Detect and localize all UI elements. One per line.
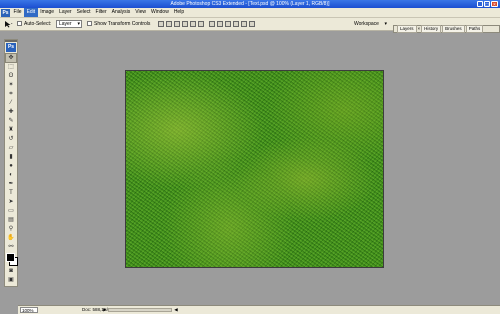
distribute-vcenter-icon[interactable] bbox=[217, 21, 223, 27]
menu-image[interactable]: Image bbox=[38, 8, 57, 17]
magic-wand-tool-icon[interactable]: ✶ bbox=[6, 81, 16, 89]
maximize-button[interactable]: □ bbox=[484, 1, 490, 8]
dodge-tool-icon[interactable]: ◐ bbox=[6, 171, 16, 179]
menu-analysis[interactable]: Analysis bbox=[109, 8, 133, 17]
align-right-icon[interactable] bbox=[198, 21, 204, 27]
menu-window[interactable]: Window bbox=[149, 8, 172, 17]
window-title: Adobe Photoshop CS3 Extended - [Text.psd… bbox=[170, 1, 330, 7]
marquee-tool-icon[interactable]: ⬚ bbox=[6, 63, 16, 71]
screen-mode-icon[interactable]: ▣ bbox=[6, 276, 16, 284]
notes-tool-icon[interactable]: ▤ bbox=[6, 216, 16, 224]
menu-help[interactable]: Help bbox=[171, 8, 186, 17]
palette-well: Layers × History Brushes Paths bbox=[393, 25, 500, 33]
distribute-left-icon[interactable] bbox=[233, 21, 239, 27]
foreground-color-swatch[interactable] bbox=[6, 253, 15, 262]
align-buttons bbox=[158, 21, 255, 27]
zoom-level-field[interactable]: 100% bbox=[20, 307, 38, 313]
scroll-left-arrow-icon[interactable]: ◀ bbox=[173, 307, 179, 313]
color-swatches bbox=[6, 253, 18, 266]
distribute-top-icon[interactable] bbox=[209, 21, 215, 27]
align-vcenter-icon[interactable] bbox=[166, 21, 172, 27]
distribute-right-icon[interactable] bbox=[249, 21, 255, 27]
align-top-icon[interactable] bbox=[158, 21, 164, 27]
horizontal-scrollbar[interactable] bbox=[108, 308, 172, 312]
eraser-tool-icon[interactable]: ▱ bbox=[6, 144, 16, 152]
path-selection-tool-icon[interactable]: ➤ bbox=[6, 198, 16, 206]
brush-tool-icon[interactable]: ✎ bbox=[6, 117, 16, 125]
menu-select[interactable]: Select bbox=[74, 8, 93, 17]
type-tool-icon[interactable]: T bbox=[6, 189, 16, 197]
document-canvas[interactable] bbox=[125, 70, 384, 268]
hand-tool-icon[interactable]: ✋ bbox=[6, 234, 16, 242]
photoshop-logo-icon: Ps bbox=[1, 8, 10, 17]
show-transform-label: Show Transform Controls bbox=[94, 21, 151, 27]
palette-tab-paths[interactable]: Paths bbox=[465, 25, 484, 33]
align-left-icon[interactable] bbox=[182, 21, 188, 27]
toolbox-grip[interactable] bbox=[5, 40, 17, 42]
toolbox-logo-icon[interactable]: Ps bbox=[6, 43, 16, 52]
auto-select-dropdown[interactable]: Layer bbox=[56, 20, 82, 28]
clone-stamp-tool-icon[interactable]: ♜ bbox=[6, 126, 16, 134]
shape-tool-icon[interactable]: ▭ bbox=[6, 207, 16, 215]
crop-tool-icon[interactable]: ⌗ bbox=[6, 90, 16, 98]
healing-brush-tool-icon[interactable]: ✚ bbox=[6, 108, 16, 116]
slice-tool-icon[interactable]: ⁄ bbox=[6, 99, 16, 107]
distribute-hcenter-icon[interactable] bbox=[241, 21, 247, 27]
auto-select-label: Auto-Select: bbox=[24, 21, 52, 27]
palette-tab-layers[interactable]: Layers bbox=[397, 25, 417, 33]
menu-filter[interactable]: Filter bbox=[93, 8, 109, 17]
show-transform-checkbox[interactable] bbox=[87, 21, 92, 26]
move-tool-preset-icon[interactable] bbox=[3, 20, 13, 28]
pen-tool-icon[interactable]: ✒ bbox=[6, 180, 16, 188]
lasso-tool-icon[interactable]: ʘ bbox=[6, 72, 16, 80]
minimize-button[interactable]: _ bbox=[477, 1, 483, 8]
menu-view[interactable]: View bbox=[133, 8, 149, 17]
gradient-tool-icon[interactable]: ▮ bbox=[6, 153, 16, 161]
move-tool-icon[interactable]: ✥ bbox=[5, 53, 17, 63]
workspace-dropdown[interactable]: Workspace bbox=[352, 20, 388, 28]
distribute-bottom-icon[interactable] bbox=[225, 21, 231, 27]
eyedropper-tool-icon[interactable]: ⚲ bbox=[6, 225, 16, 233]
toolbox: Ps ✥ ⬚ ʘ ✶ ⌗ ⁄ ✚ ✎ ♜ ↺ ▱ ▮ ● ◐ ✒ T ➤ ▭ ▤… bbox=[4, 39, 18, 287]
history-brush-tool-icon[interactable]: ↺ bbox=[6, 135, 16, 143]
zoom-tool-icon[interactable]: ⚯ bbox=[6, 243, 16, 251]
palette-tab-history[interactable]: History bbox=[421, 25, 442, 33]
menu-edit[interactable]: Edit bbox=[24, 8, 38, 17]
quick-mask-icon[interactable]: ◙ bbox=[6, 267, 16, 275]
blur-tool-icon[interactable]: ● bbox=[6, 162, 16, 170]
auto-select-checkbox[interactable] bbox=[17, 21, 22, 26]
menu-bar: Ps File Edit Image Layer Select Filter A… bbox=[0, 8, 500, 18]
align-bottom-icon[interactable] bbox=[174, 21, 180, 27]
menu-layer[interactable]: Layer bbox=[57, 8, 75, 17]
palette-tab-brushes[interactable]: Brushes bbox=[442, 25, 465, 33]
align-hcenter-icon[interactable] bbox=[190, 21, 196, 27]
palette-separator-icon: × bbox=[417, 26, 421, 31]
close-button[interactable]: × bbox=[491, 1, 498, 8]
menu-file[interactable]: File bbox=[11, 8, 24, 17]
title-bar: Adobe Photoshop CS3 Extended - [Text.psd… bbox=[0, 0, 500, 8]
